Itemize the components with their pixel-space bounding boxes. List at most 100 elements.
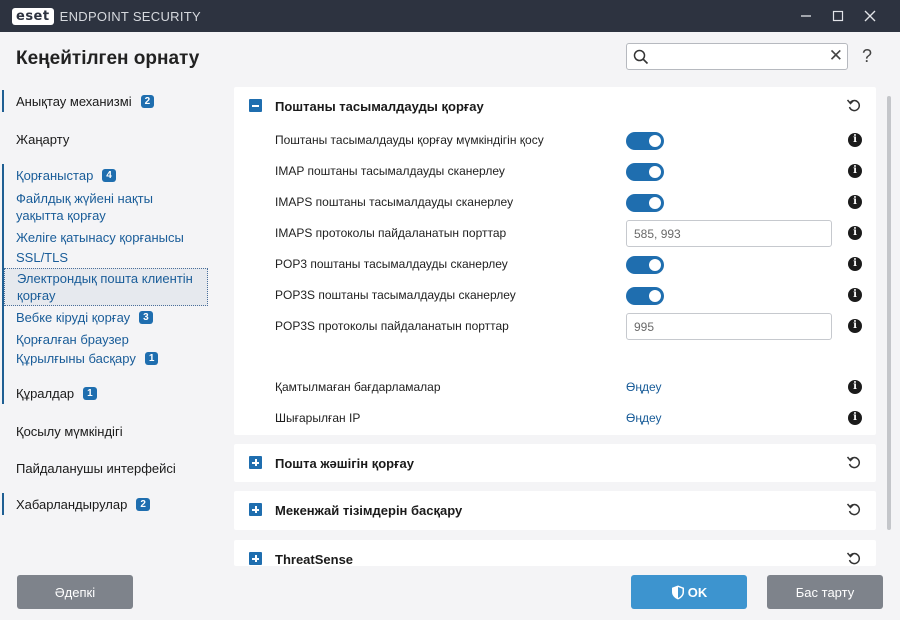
settings-row: Шығарылған IP Өңдеу i — [234, 403, 876, 434]
sidebar-item-label: Вебке кіруді қорғау — [16, 309, 131, 325]
collapse-icon[interactable] — [249, 99, 262, 112]
edit-excluded-ips-link[interactable]: Өңдеу — [626, 411, 662, 425]
setting-label: IMAP поштаны тасымалдауды сканерлеу — [275, 164, 505, 178]
sidebar-item-web-access-protection[interactable]: Вебке кіруді қорғау 3 — [0, 308, 215, 326]
sidebar-item-protections[interactable]: Қорғаныстар 4 — [0, 164, 215, 388]
pop3-scan-toggle[interactable] — [626, 256, 664, 274]
minimize-icon[interactable] — [790, 0, 822, 32]
info-icon[interactable]: i — [848, 164, 862, 178]
clear-search-icon[interactable]: ✕ — [829, 47, 843, 65]
title-bar: eset ENDPOINT SECURITY — [0, 0, 900, 32]
sidebar-item-realtime-fs-protection[interactable]: Файлдық жүйені нақты уақытта қорғау — [16, 190, 196, 224]
settings-row: IMAPS поштаны тасымалдауды сканерлеу i — [234, 187, 876, 218]
setting-label: IMAPS протоколы пайдаланатын порттар — [275, 226, 507, 240]
ok-button[interactable]: OK — [631, 575, 747, 609]
product-name: ENDPOINT SECURITY — [59, 8, 201, 24]
setting-label: POP3 поштаны тасымалдауды сканерлеу — [275, 257, 508, 271]
count-badge: 3 — [139, 310, 153, 324]
sidebar-item-email-client-protection[interactable]: Электрондық пошта клиентін қорғау — [4, 268, 208, 306]
count-badge: 2 — [140, 94, 155, 108]
sidebar-item-label: Қосылу мүмкіндігі — [16, 423, 123, 439]
setting-label: POP3S поштаны тасымалдауды сканерлеу — [275, 288, 516, 302]
search-input[interactable]: ✕ — [626, 43, 848, 70]
sidebar-item-label: Пайдаланушы интерфейсі — [16, 460, 176, 476]
info-icon[interactable]: i — [848, 133, 862, 147]
footer: Әдепкі OK Бас тарту — [0, 566, 900, 620]
search-icon — [633, 49, 649, 65]
section-title: Поштаны тасымалдауды қорғау — [275, 99, 484, 114]
info-icon[interactable]: i — [848, 226, 862, 240]
maximize-icon[interactable] — [822, 0, 854, 32]
section-title: ThreatSense — [275, 552, 354, 566]
sidebar-item-label: Қорғаныстар — [16, 167, 94, 183]
sidebar-item-network-access-protection[interactable]: Желіге қатынасу қорғанысы — [16, 229, 184, 246]
expand-icon[interactable] — [249, 503, 262, 516]
settings-row: IMAP поштаны тасымалдауды сканерлеу i — [234, 156, 876, 187]
sidebar-item-label: Құрылғыны басқару — [16, 350, 136, 366]
setting-label: Қамтылмаған бағдарламалар — [275, 380, 441, 394]
section-marker — [2, 90, 4, 112]
settings-row: POP3S поштаны тасымалдауды сканерлеу i — [234, 280, 876, 311]
reset-icon[interactable] — [846, 550, 862, 566]
section-marker — [2, 382, 4, 404]
imaps-scan-toggle[interactable] — [626, 194, 664, 212]
info-icon[interactable]: i — [848, 319, 862, 333]
settings-row: Қамтылмаған бағдарламалар Өңдеу i — [234, 372, 876, 403]
sidebar-item-tools[interactable]: Құралдар 1 — [0, 382, 215, 404]
count-badge: 1 — [83, 386, 97, 400]
sidebar-item-update[interactable]: Жаңарту — [0, 128, 215, 150]
sidebar-item-connectivity[interactable]: Қосылу мүмкіндігі — [0, 420, 215, 442]
count-badge: 1 — [144, 351, 159, 365]
info-icon[interactable]: i — [848, 288, 862, 302]
settings-row: Поштаны тасымалдауды қорғау мүмкіндігін … — [234, 125, 876, 156]
scrollbar[interactable] — [887, 96, 891, 530]
imap-scan-toggle[interactable] — [626, 163, 664, 181]
edit-excluded-apps-link[interactable]: Өңдеу — [626, 380, 662, 394]
expand-icon[interactable] — [249, 456, 262, 469]
count-badge: 4 — [102, 168, 116, 182]
help-icon[interactable]: ? — [862, 46, 872, 67]
setting-label: Поштаны тасымалдауды қорғау мүмкіндігін … — [275, 133, 544, 147]
settings-row: POP3 поштаны тасымалдауды сканерлеу i — [234, 249, 876, 280]
imaps-ports-field[interactable]: 585, 993 — [626, 220, 832, 247]
pop3s-scan-toggle[interactable] — [626, 287, 664, 305]
section-mailbox-protection[interactable]: Пошта жәшігін қорғау — [234, 444, 876, 482]
reset-icon[interactable] — [846, 97, 862, 113]
info-icon[interactable]: i — [848, 195, 862, 209]
section-header[interactable]: Поштаны тасымалдауды қорғау — [234, 87, 876, 127]
sidebar-item-protected-browser[interactable]: Қорғалған браузер — [16, 331, 129, 348]
cancel-button[interactable]: Бас тарту — [767, 575, 883, 609]
pop3s-ports-field[interactable]: 995 — [626, 313, 832, 340]
reset-icon[interactable] — [846, 454, 862, 470]
section-marker — [2, 493, 4, 515]
sidebar-item-label: Құралдар — [16, 385, 75, 401]
sidebar-item-detection-engine[interactable]: Анықтау механизмі 2 — [0, 90, 215, 112]
logo-mark: eset — [12, 7, 54, 25]
section-email-transport-protection: Поштаны тасымалдауды қорғау Поштаны тасы… — [234, 87, 876, 435]
sidebar-item-label: Анықтау механизмі — [16, 93, 132, 109]
info-icon[interactable]: i — [848, 411, 862, 425]
page-title: Кеңейтілген орнату — [16, 48, 200, 69]
expand-icon[interactable] — [249, 552, 262, 565]
default-button[interactable]: Әдепкі — [17, 575, 133, 609]
ok-button-label: OK — [687, 584, 708, 600]
setting-label: IMAPS поштаны тасымалдауды сканерлеу — [275, 195, 514, 209]
section-title: Мекенжай тізімдерін басқару — [275, 503, 463, 518]
shield-icon — [671, 585, 684, 599]
eset-logo: eset ENDPOINT SECURITY — [12, 7, 201, 25]
sidebar-item-label: Жаңарту — [16, 131, 70, 147]
sidebar-item-notifications[interactable]: Хабарландырулар 2 — [0, 493, 215, 515]
sidebar-item-ssl-tls[interactable]: SSL/TLS — [16, 249, 68, 266]
section-threatsense[interactable]: ThreatSense — [234, 540, 876, 566]
sidebar-item-label: Хабарландырулар — [16, 496, 128, 512]
sidebar-item-device-control[interactable]: Құрылғыны басқару 1 — [0, 349, 215, 367]
info-icon[interactable]: i — [848, 380, 862, 394]
sidebar-item-user-interface[interactable]: Пайдаланушы интерфейсі — [0, 457, 215, 479]
section-address-list-management[interactable]: Мекенжай тізімдерін басқару — [234, 491, 876, 530]
settings-row: POP3S протоколы пайдаланатын порттар 995… — [234, 311, 876, 342]
settings-row: IMAPS протоколы пайдаланатын порттар 585… — [234, 218, 876, 249]
reset-icon[interactable] — [846, 501, 862, 517]
info-icon[interactable]: i — [848, 257, 862, 271]
close-icon[interactable] — [854, 0, 886, 32]
enable-transport-protection-toggle[interactable] — [626, 132, 664, 150]
